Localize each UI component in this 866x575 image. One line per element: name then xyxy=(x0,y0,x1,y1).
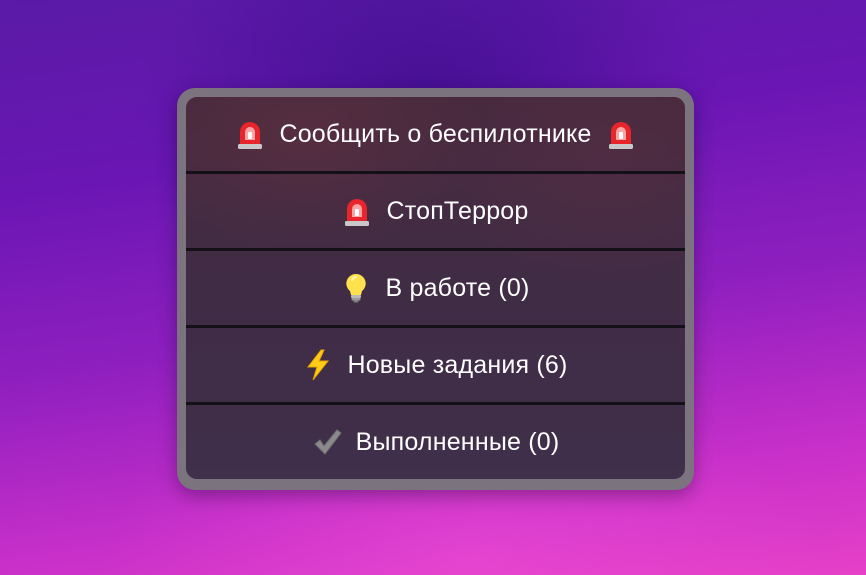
report-drone-button[interactable]: Сообщить о беспилотнике xyxy=(186,97,685,174)
keyboard-panel: Сообщить о беспилотнике СтопТеррор В раб… xyxy=(186,97,685,479)
report-drone-label: Сообщить о беспилотнике xyxy=(279,119,592,148)
rotating-light-icon xyxy=(235,117,265,151)
lightning-icon xyxy=(303,348,333,382)
completed-label: Выполненные (0) xyxy=(355,427,560,456)
in-progress-label: В работе (0) xyxy=(385,273,530,302)
light-bulb-icon xyxy=(341,271,371,305)
in-progress-button[interactable]: В работе (0) xyxy=(186,251,685,328)
new-tasks-label: Новые задания (6) xyxy=(347,350,568,379)
new-tasks-button[interactable]: Новые задания (6) xyxy=(186,328,685,405)
stop-terror-button[interactable]: СтопТеррор xyxy=(186,174,685,251)
stop-terror-label: СтопТеррор xyxy=(386,196,529,225)
rotating-light-icon xyxy=(342,194,372,228)
rotating-light-icon xyxy=(606,117,636,151)
reply-keyboard: Сообщить о беспилотнике СтопТеррор В раб… xyxy=(177,88,694,490)
check-mark-icon xyxy=(312,425,342,459)
completed-button[interactable]: Выполненные (0) xyxy=(186,405,685,479)
